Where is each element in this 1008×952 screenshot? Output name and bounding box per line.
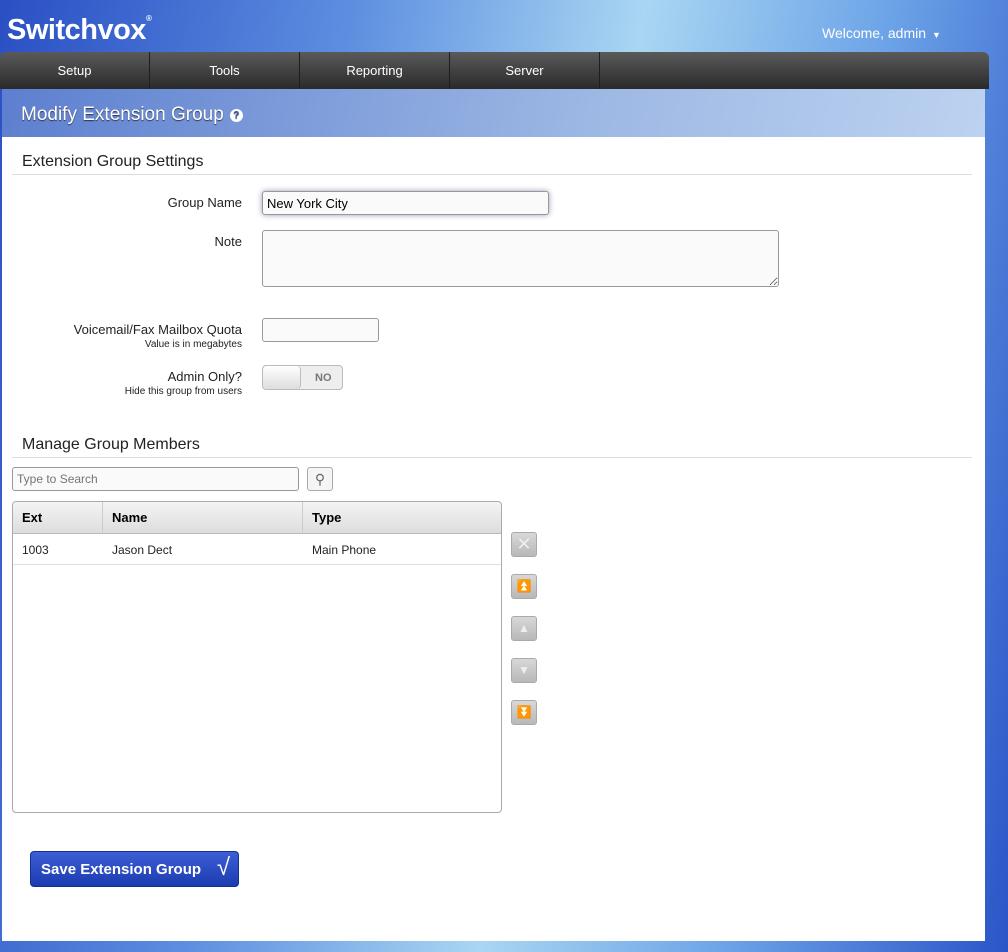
search-button[interactable]: ⚲ bbox=[307, 467, 333, 491]
admin-only-toggle[interactable]: NO bbox=[262, 365, 343, 390]
table-row[interactable]: 1003 Jason Dect Main Phone bbox=[13, 534, 501, 565]
column-ext[interactable]: Ext bbox=[13, 502, 103, 533]
cell-ext: 1003 bbox=[22, 543, 49, 557]
move-bottom-button[interactable]: ⏬ bbox=[511, 700, 537, 725]
nav-server[interactable]: Server bbox=[450, 52, 600, 89]
move-top-button[interactable]: ⏫ bbox=[511, 574, 537, 599]
note-textarea[interactable] bbox=[262, 230, 779, 287]
cell-type: Main Phone bbox=[312, 543, 377, 557]
cell-name: Jason Dect bbox=[112, 543, 173, 557]
switchvox-logo: Switchvox® bbox=[7, 14, 152, 46]
member-search-input[interactable] bbox=[12, 467, 299, 491]
page-title: Modify Extension Group? bbox=[2, 89, 985, 137]
nav-tools[interactable]: Tools bbox=[150, 52, 300, 89]
search-icon: ⚲ bbox=[314, 471, 326, 487]
help-icon[interactable]: ? bbox=[229, 109, 243, 122]
admin-only-hint: Hide this group from users bbox=[124, 386, 242, 397]
quota-label: Voicemail/Fax Mailbox Quota Value is in m… bbox=[2, 322, 242, 350]
nav-setup[interactable]: Setup bbox=[0, 52, 150, 89]
arrow-down-icon: ▼ bbox=[518, 663, 530, 677]
nav-reporting[interactable]: Reporting bbox=[300, 52, 450, 89]
note-label: Note bbox=[214, 234, 242, 249]
main-nav: Setup Tools Reporting Server bbox=[0, 52, 989, 89]
save-button[interactable]: Save Extension Group √ bbox=[30, 851, 239, 887]
toggle-state: NO bbox=[315, 372, 332, 384]
quota-hint: Value is in megabytes bbox=[144, 339, 242, 350]
main-panel: Modify Extension Group? Extension Group … bbox=[2, 89, 985, 941]
quota-input[interactable] bbox=[262, 318, 379, 342]
column-name[interactable]: Name bbox=[103, 502, 303, 533]
move-bottom-icon: ⏬ bbox=[516, 705, 532, 719]
section-members: Manage Group Members bbox=[12, 436, 972, 458]
members-table: Ext Name Type 1003 Jason Dect Main Phone bbox=[12, 501, 502, 813]
admin-only-label: Admin Only? Hide this group from users bbox=[2, 369, 242, 397]
close-icon: ✕ bbox=[516, 534, 532, 554]
user-menu[interactable]: Welcome, admin ▼ bbox=[822, 25, 941, 41]
arrow-up-icon: ▲ bbox=[518, 621, 530, 635]
group-name-label: Group Name bbox=[167, 195, 242, 210]
move-down-button[interactable]: ▼ bbox=[511, 658, 537, 683]
checkmark-icon: √ bbox=[216, 854, 230, 881]
group-name-input[interactable] bbox=[262, 191, 549, 215]
remove-button[interactable]: ✕ bbox=[511, 532, 537, 557]
chevron-down-icon: ▼ bbox=[932, 30, 941, 40]
section-settings: Extension Group Settings bbox=[12, 153, 972, 175]
column-type[interactable]: Type bbox=[303, 502, 501, 533]
move-top-icon: ⏫ bbox=[516, 579, 532, 593]
move-up-button[interactable]: ▲ bbox=[511, 616, 537, 641]
